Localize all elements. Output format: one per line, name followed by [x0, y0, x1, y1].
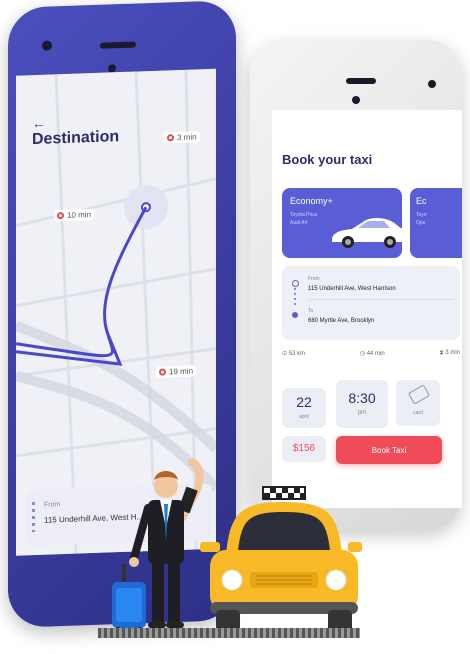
distance-stat: ⊙ 53 km: [282, 350, 305, 357]
eta-badge: 10 min: [54, 208, 95, 222]
date-month: april: [299, 414, 309, 420]
route-dots-icon: [294, 288, 296, 308]
eta-label: 19 min: [169, 366, 194, 377]
taxi-illustration: [200, 486, 362, 636]
location-icon: ⊙: [282, 351, 288, 357]
card-icon: [407, 384, 431, 405]
time-picker[interactable]: 8:30 pm: [336, 380, 388, 428]
page-title: Destination: [32, 128, 120, 149]
to-address: 680 Myrtle Ave, Brooklyn: [308, 318, 375, 324]
booking-screen: Book your taxi Economy+ Toyota Prius Aud…: [272, 110, 462, 508]
from-label: From: [44, 501, 61, 509]
wait-value: 3 min: [445, 350, 460, 356]
trip-stats: ⊙ 53 km ◷ 44 min ⧗ 3 min: [282, 350, 460, 357]
origin-dot-icon: [292, 280, 299, 287]
location-icon: [167, 134, 174, 142]
distance-value: 53 km: [288, 351, 306, 357]
payment-card-selector[interactable]: card: [396, 380, 440, 426]
time-value: 8:30: [348, 390, 376, 406]
route-dots-icon: [32, 502, 35, 533]
car-subtitle: Toyo: [416, 212, 427, 218]
speaker: [100, 41, 136, 49]
car-image: [332, 218, 406, 248]
route-card[interactable]: From 115 Underhill Ave, West Harrison To…: [282, 266, 460, 340]
sensor: [428, 80, 436, 88]
to-label: To: [308, 308, 314, 314]
car-option-economy-plus[interactable]: Economy+ Toyota Prius Audi A4: [282, 188, 406, 258]
front-camera: [42, 40, 52, 51]
front-camera: [352, 96, 360, 104]
car-subtitle: Toyota Prius: [290, 212, 318, 218]
price-value: $156: [292, 443, 316, 454]
duration-value: 44 min: [366, 351, 385, 357]
card-label: card: [413, 410, 423, 416]
booking-phone: Book your taxi Economy+ Toyota Prius Aud…: [250, 40, 462, 530]
eta-label: 10 min: [67, 210, 92, 220]
location-icon: [57, 212, 64, 220]
duration-stat: ◷ 44 min: [360, 350, 385, 357]
eta-label: 3 min: [177, 132, 197, 143]
ground-strip: [98, 628, 360, 638]
price-display: $156: [282, 436, 326, 462]
from-address: 115 Underhill Ave, West Harrison: [308, 286, 396, 292]
date-picker[interactable]: 22 april: [282, 388, 326, 428]
time-period: pm: [357, 410, 367, 416]
wait-stat: ⧗ 3 min: [439, 350, 460, 357]
car-name: Economy+: [290, 196, 333, 206]
page-title: Book your taxi: [282, 152, 373, 167]
car-name: Ec: [416, 196, 427, 206]
eta-badge: 19 min: [156, 365, 197, 378]
hourglass-icon: ⧗: [439, 350, 444, 356]
book-taxi-button[interactable]: Book Taxi: [336, 436, 442, 464]
eta-badge: 3 min: [164, 131, 200, 144]
back-arrow-icon[interactable]: ←: [32, 115, 46, 131]
car-option-economy[interactable]: Ec Toyo Ope: [410, 188, 462, 258]
clock-icon: ◷: [359, 351, 366, 357]
destination-dot-icon: [292, 312, 298, 318]
car-subtitle: Audi A4: [290, 220, 308, 226]
location-icon: [159, 368, 166, 376]
divider: [308, 299, 454, 300]
from-label: From: [308, 276, 320, 282]
speaker: [346, 78, 376, 84]
car-subtitle: Ope: [416, 220, 426, 226]
date-day: 22: [296, 394, 312, 410]
